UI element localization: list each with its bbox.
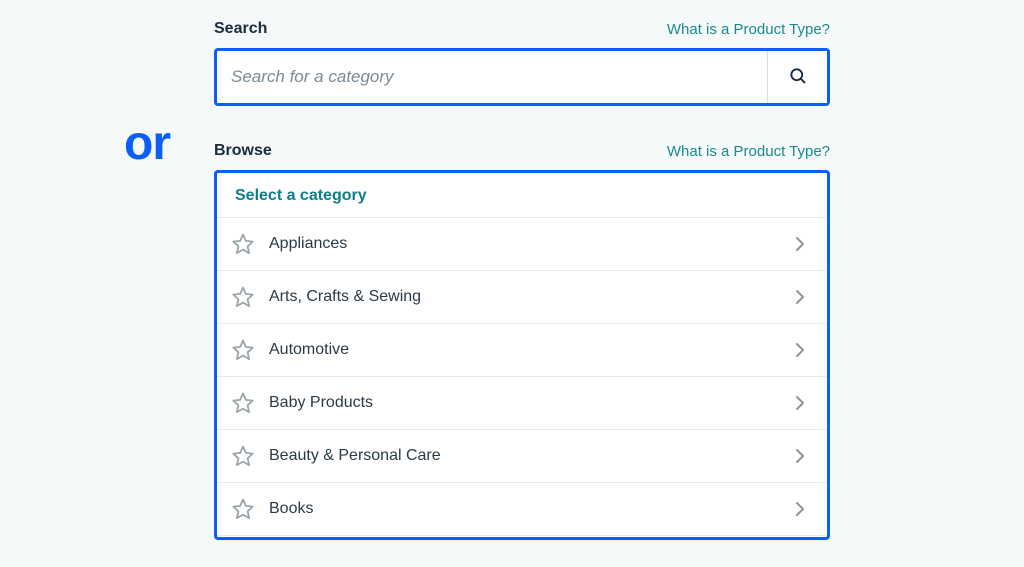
category-row[interactable]: Beauty & Personal Care: [217, 430, 827, 483]
category-label: Automotive: [269, 341, 791, 359]
category-list[interactable]: Appliances Arts, Crafts & Sewing: [217, 218, 827, 538]
chevron-right-icon: [791, 394, 809, 412]
browse-help-link[interactable]: What is a Product Type?: [667, 143, 830, 160]
browse-section-title: Browse: [214, 142, 272, 160]
category-row[interactable]: Arts, Crafts & Sewing: [217, 271, 827, 324]
category-row[interactable]: Baby Products: [217, 377, 827, 430]
search-button[interactable]: [767, 51, 827, 103]
search-section-title: Search: [214, 20, 267, 38]
chevron-right-icon: [791, 235, 809, 253]
search-icon: [788, 66, 808, 89]
browse-box: Select a category Appliances: [214, 170, 830, 540]
chevron-right-icon: [791, 500, 809, 518]
chevron-right-icon: [791, 447, 809, 465]
category-label: Baby Products: [269, 394, 791, 412]
search-help-link[interactable]: What is a Product Type?: [667, 21, 830, 38]
star-icon[interactable]: [231, 338, 255, 362]
search-input[interactable]: [217, 51, 767, 103]
category-label: Books: [269, 500, 791, 518]
star-icon[interactable]: [231, 285, 255, 309]
category-row[interactable]: Appliances: [217, 218, 827, 271]
category-row[interactable]: Books: [217, 483, 827, 536]
star-icon[interactable]: [231, 391, 255, 415]
star-icon[interactable]: [231, 444, 255, 468]
star-icon[interactable]: [231, 497, 255, 521]
chevron-right-icon: [791, 288, 809, 306]
or-divider-label: or: [124, 116, 170, 171]
star-icon[interactable]: [231, 232, 255, 256]
category-row[interactable]: Automotive: [217, 324, 827, 377]
search-box: [214, 48, 830, 106]
category-label: Beauty & Personal Care: [269, 447, 791, 465]
category-label: Appliances: [269, 235, 791, 253]
select-category-header: Select a category: [217, 173, 827, 218]
chevron-right-icon: [791, 341, 809, 359]
category-label: Arts, Crafts & Sewing: [269, 288, 791, 306]
